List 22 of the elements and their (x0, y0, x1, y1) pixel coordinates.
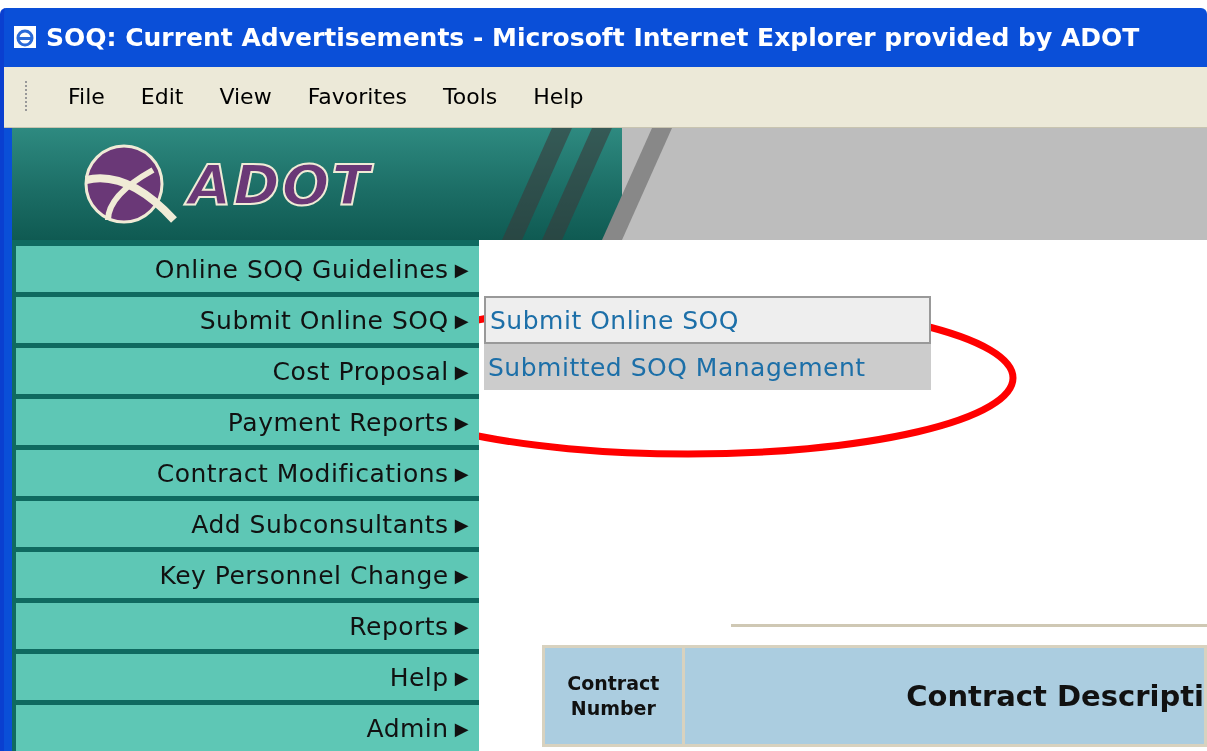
menu-item[interactable]: View (201, 84, 290, 110)
menu-item[interactable]: Tools (425, 84, 516, 110)
column-header: Contract Descripti (683, 646, 1206, 746)
submenu-item[interactable]: Submit Online SOQ (484, 296, 931, 344)
sidebar-menu-item[interactable]: Reports ▶ (16, 603, 479, 649)
column-header: Contract Number (543, 646, 684, 746)
sidebar-menu-item[interactable]: Submit Online SOQ ▶ (16, 297, 479, 343)
menu-item[interactable]: File (50, 84, 123, 110)
sidebar-menu-item[interactable]: Key Personnel Change ▶ (16, 552, 479, 598)
sidebar-menu-item[interactable]: Cost Proposal ▶ (16, 348, 479, 394)
menu-item[interactable]: Edit (122, 84, 202, 110)
menu-item[interactable]: Favorites (289, 84, 426, 110)
sidebar-menu-item[interactable]: Admin ▶ (16, 705, 479, 751)
window-title: SOQ: Current Advertisements - Microsoft Internet Explorer provided by ADOT (46, 22, 1140, 52)
toolbar-grip-icon (24, 79, 28, 114)
sidebar-menu-item[interactable]: Help ▶ (16, 654, 479, 700)
browser-icon (12, 24, 38, 51)
sidebar-menu-item[interactable]: Online SOQ Guidelines ▶ (16, 246, 479, 292)
sidebar-menu-item[interactable]: Payment Reports ▶ (16, 399, 479, 445)
sidebar-menu-item[interactable]: Add Subconsultants ▶ (16, 501, 479, 547)
menu-item[interactable]: Help (515, 84, 602, 110)
sidebar-menu-item[interactable]: Contract Modifications ▶ (16, 450, 479, 496)
